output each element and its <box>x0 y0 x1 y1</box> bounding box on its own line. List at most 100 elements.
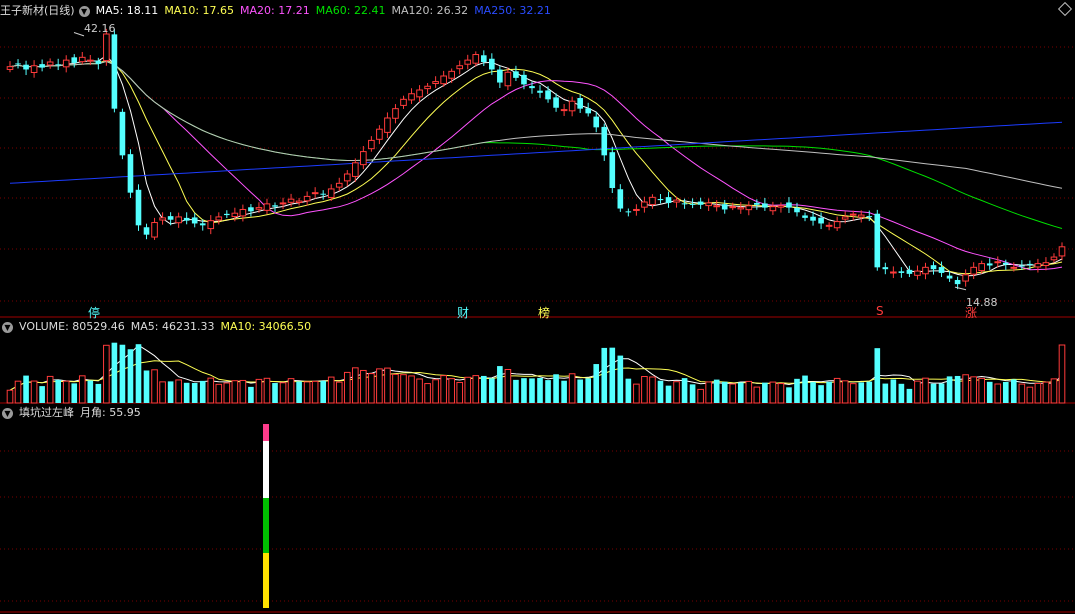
volume-bar-up <box>962 374 969 404</box>
volume-bar-down <box>521 378 527 403</box>
volume-bar-up <box>978 377 986 404</box>
candle-body-up <box>151 222 158 238</box>
candle-body-up <box>159 217 166 221</box>
candle-body-up <box>175 216 182 224</box>
candle-body-down <box>954 279 961 285</box>
volume-bar-up <box>1058 344 1066 404</box>
volume-bar-up <box>175 379 182 404</box>
volume-bar-up <box>456 381 464 404</box>
candle-body-down <box>545 90 551 100</box>
candle-body-up <box>745 205 753 211</box>
volume-bar-down <box>39 386 45 403</box>
candle-body-up <box>376 128 383 140</box>
volume-bar-up <box>641 376 648 404</box>
candle-body-down <box>497 69 503 83</box>
volume-bar-down <box>657 380 664 403</box>
volume-bar-down <box>609 347 616 403</box>
candle-body-up <box>86 59 94 62</box>
volume-bar-down <box>191 382 198 403</box>
candle-body-up <box>472 54 480 64</box>
volume-bar-down <box>55 379 61 403</box>
indicator-bars <box>263 424 269 608</box>
candle-body-up <box>335 182 343 188</box>
ma5-line <box>9 55 1063 277</box>
candle-body-up <box>255 207 263 210</box>
candle-body-down <box>272 205 278 207</box>
candle-body-down <box>882 267 889 270</box>
volume-bar-down <box>489 378 495 403</box>
candle-body-up <box>649 196 656 206</box>
candle-body-up <box>825 224 833 227</box>
candle-body-down <box>553 97 559 108</box>
indicator-segment <box>263 553 269 608</box>
volume-bar-up <box>287 378 295 404</box>
candle-body-up <box>1058 246 1066 257</box>
candle-body-down <box>762 203 768 208</box>
tag-zhang[interactable]: 涨 <box>965 304 977 321</box>
chevron-down-icon[interactable]: ▼ <box>2 407 13 419</box>
indicator-name: 填坑过左峰 <box>19 406 74 419</box>
candle-body-up <box>327 188 335 198</box>
candle-body-up <box>922 266 929 275</box>
candle-body-down <box>55 64 61 66</box>
volume-bar-down <box>320 380 327 403</box>
candle-body-down <box>71 57 78 63</box>
candle-body-up <box>560 109 568 112</box>
volume-bar-up <box>914 380 921 404</box>
tag-cai[interactable]: 财 <box>457 304 469 321</box>
volume-bar-up <box>46 375 54 404</box>
stock-title[interactable]: 王子新材(日线) <box>0 4 75 17</box>
candle-body-down <box>39 64 45 68</box>
volume-bar-up <box>360 369 367 404</box>
high-price-label: 42.16 <box>84 22 116 35</box>
volume-ma5-label: MA5: 46231.33 <box>130 320 215 333</box>
candle-body-down <box>521 74 527 85</box>
volume-bar-up <box>231 380 239 404</box>
volume-bar-down <box>866 381 873 403</box>
chevron-down-icon[interactable]: ▼ <box>78 5 90 17</box>
candle-body-down <box>657 198 664 201</box>
candle-body-down <box>143 227 150 235</box>
candle-body-down <box>898 271 905 273</box>
candle-body-down <box>874 213 881 268</box>
candle-body-up <box>1042 262 1050 266</box>
candle-body-up <box>633 208 640 211</box>
tag-bang[interactable]: 榜 <box>538 304 550 321</box>
main-header: 王子新材(日线) ▼ MA5: 18.11 MA10: 17.65 MA20: 17.2… <box>0 3 557 19</box>
candle-body-up <box>416 89 423 98</box>
candle-body-down <box>199 223 206 226</box>
volume-bar-down <box>938 383 945 403</box>
candle-body-up <box>777 205 785 208</box>
candle-body-up <box>424 85 431 90</box>
candle-body-down <box>119 111 126 156</box>
candle-body-down <box>818 217 824 224</box>
volume-bar-down <box>786 387 792 403</box>
ma120-line <box>9 60 1063 189</box>
candle-body-up <box>352 162 359 177</box>
candle-body-down <box>127 154 134 193</box>
candle-body-up <box>970 266 977 275</box>
volume-bar-up <box>833 377 841 404</box>
chevron-down-icon[interactable]: ▼ <box>2 321 13 333</box>
candle-body-down <box>866 216 873 218</box>
tag-ting[interactable]: 停 <box>88 304 100 321</box>
volume-bar-up <box>424 383 431 404</box>
volume-bar-up <box>279 382 287 404</box>
volume-bar-up <box>1026 386 1034 404</box>
volume-bar-down <box>689 384 696 403</box>
candle-body-down <box>15 63 21 65</box>
volume-bar-up <box>448 378 455 404</box>
candle-body-up <box>641 201 648 208</box>
volume-bar-up <box>103 344 110 404</box>
volume-bar-up <box>440 375 447 404</box>
tag-s[interactable]: S <box>876 304 884 318</box>
volume-bar-down <box>199 380 206 403</box>
volume-bar-up <box>753 386 761 404</box>
candle-body-down <box>480 55 487 62</box>
candle-body-up <box>890 271 897 274</box>
candle-body-down <box>489 58 495 70</box>
candle-body-down <box>689 203 696 205</box>
ma20-line <box>9 60 1063 271</box>
volume-bar-down <box>930 383 937 403</box>
candle-body-down <box>585 108 592 114</box>
